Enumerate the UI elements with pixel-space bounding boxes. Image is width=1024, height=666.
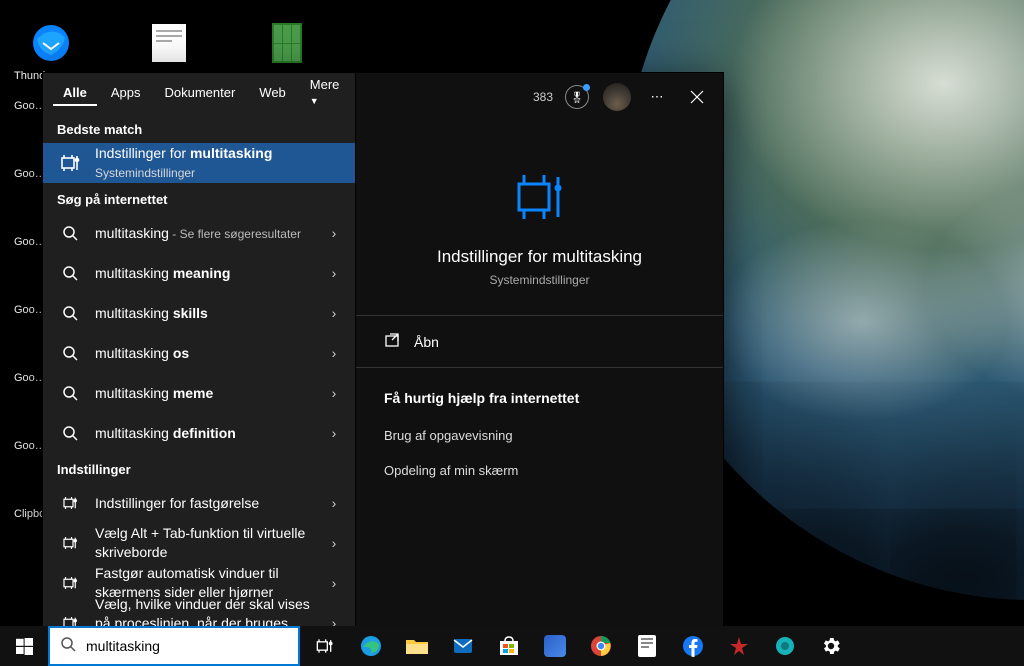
open-icon — [384, 332, 400, 351]
open-action[interactable]: Åbn — [356, 316, 723, 368]
app-mail[interactable] — [440, 626, 486, 666]
close-button[interactable] — [681, 81, 713, 113]
taskbar-search-box[interactable] — [48, 626, 300, 666]
windows-search-panel: Alle Apps Dokumenter Web Mere ▼ Bedste m… — [42, 72, 724, 626]
tab-apps[interactable]: Apps — [101, 81, 151, 106]
search-header-right: 383 🎖 ⋯ — [356, 73, 723, 121]
account-avatar[interactable] — [601, 81, 633, 113]
rewards-count: 383 — [533, 90, 553, 104]
app-ms-store[interactable] — [486, 626, 532, 666]
chevron-right-icon: › — [325, 615, 343, 626]
chevron-right-icon: › — [325, 225, 343, 241]
multitasking-settings-icon — [57, 494, 83, 512]
multitasking-settings-icon — [57, 534, 83, 552]
multitasking-settings-icon — [508, 165, 572, 229]
search-icon — [57, 345, 83, 361]
search-icon — [57, 425, 83, 441]
detail-subtitle: Systemindstillinger — [380, 273, 699, 287]
chevron-right-icon: › — [325, 535, 343, 551]
app-generic-blue[interactable] — [532, 626, 578, 666]
tab-more[interactable]: Mere ▼ — [300, 73, 350, 113]
chevron-right-icon: › — [325, 575, 343, 591]
best-match-result[interactable]: Indstillinger for multitasking Systemind… — [43, 143, 355, 183]
tab-web[interactable]: Web — [249, 81, 296, 106]
settings-result-virtual-taskbar[interactable]: Vælg, hvilke vinduer der skal vises på p… — [43, 603, 355, 626]
web-result-base[interactable]: multitasking - Se flere søgeresultater › — [43, 213, 355, 253]
app-facebook[interactable] — [670, 626, 716, 666]
chevron-right-icon: › — [325, 305, 343, 321]
search-icon — [57, 265, 83, 281]
chevron-right-icon: › — [325, 385, 343, 401]
settings-result-alttab[interactable]: Vælg Alt + Tab-funktion til virtuelle sk… — [43, 523, 355, 563]
help-link-task-view[interactable]: Brug af opgavevisning — [356, 418, 723, 453]
web-result-definition[interactable]: multitasking definition › — [43, 413, 355, 453]
chevron-right-icon: › — [325, 265, 343, 281]
section-best-match: Bedste match — [43, 113, 355, 143]
multitasking-settings-icon — [57, 574, 83, 592]
help-link-snap-screen[interactable]: Opdeling af min skærm — [356, 453, 723, 488]
app-chrome[interactable] — [578, 626, 624, 666]
tab-documents[interactable]: Dokumenter — [154, 81, 245, 106]
settings-result-snap[interactable]: Indstillinger for fastgørelse › — [43, 483, 355, 523]
rewards-button[interactable]: 🎖 — [561, 81, 593, 113]
more-options-button[interactable]: ⋯ — [641, 81, 673, 113]
multitasking-settings-icon — [57, 614, 83, 626]
detail-title: Indstillinger for multitasking — [380, 247, 699, 267]
taskbar-apps — [348, 626, 854, 666]
web-result-meaning[interactable]: multitasking meaning › — [43, 253, 355, 293]
open-label: Åbn — [414, 334, 439, 350]
search-icon — [57, 385, 83, 401]
detail-hero: Indstillinger for multitasking Systemind… — [356, 121, 723, 315]
start-button[interactable] — [0, 626, 48, 666]
app-file-explorer[interactable] — [394, 626, 440, 666]
section-search-web: Søg på internettet — [43, 183, 355, 213]
web-result-skills[interactable]: multitasking skills › — [43, 293, 355, 333]
web-result-os[interactable]: multitasking os › — [43, 333, 355, 373]
taskbar — [0, 626, 1024, 666]
chevron-right-icon: › — [325, 425, 343, 441]
multitasking-settings-icon — [57, 151, 83, 175]
search-icon — [57, 225, 83, 241]
chevron-right-icon: › — [325, 495, 343, 511]
task-view-button[interactable] — [300, 626, 348, 666]
web-result-meme[interactable]: multitasking meme › — [43, 373, 355, 413]
search-icon — [57, 305, 83, 321]
tab-all[interactable]: Alle — [53, 81, 97, 106]
search-detail-column: 383 🎖 ⋯ Indstillinger for multitasking S… — [355, 73, 723, 626]
search-input[interactable] — [86, 638, 182, 654]
chevron-right-icon: › — [325, 345, 343, 361]
app-settings[interactable] — [808, 626, 854, 666]
app-teal-circle[interactable] — [762, 626, 808, 666]
search-icon — [60, 636, 76, 657]
section-settings: Indstillinger — [43, 453, 355, 483]
search-header: Alle Apps Dokumenter Web Mere ▼ — [43, 73, 355, 113]
search-results-column: Alle Apps Dokumenter Web Mere ▼ Bedste m… — [43, 73, 355, 626]
app-edge[interactable] — [348, 626, 394, 666]
app-document[interactable] — [624, 626, 670, 666]
best-match-text: Indstillinger for multitasking Systemind… — [95, 144, 343, 181]
detail-help-header: Få hurtig hjælp fra internettet — [356, 368, 723, 418]
app-red-star[interactable] — [716, 626, 762, 666]
detail-actions: Åbn — [356, 315, 723, 368]
